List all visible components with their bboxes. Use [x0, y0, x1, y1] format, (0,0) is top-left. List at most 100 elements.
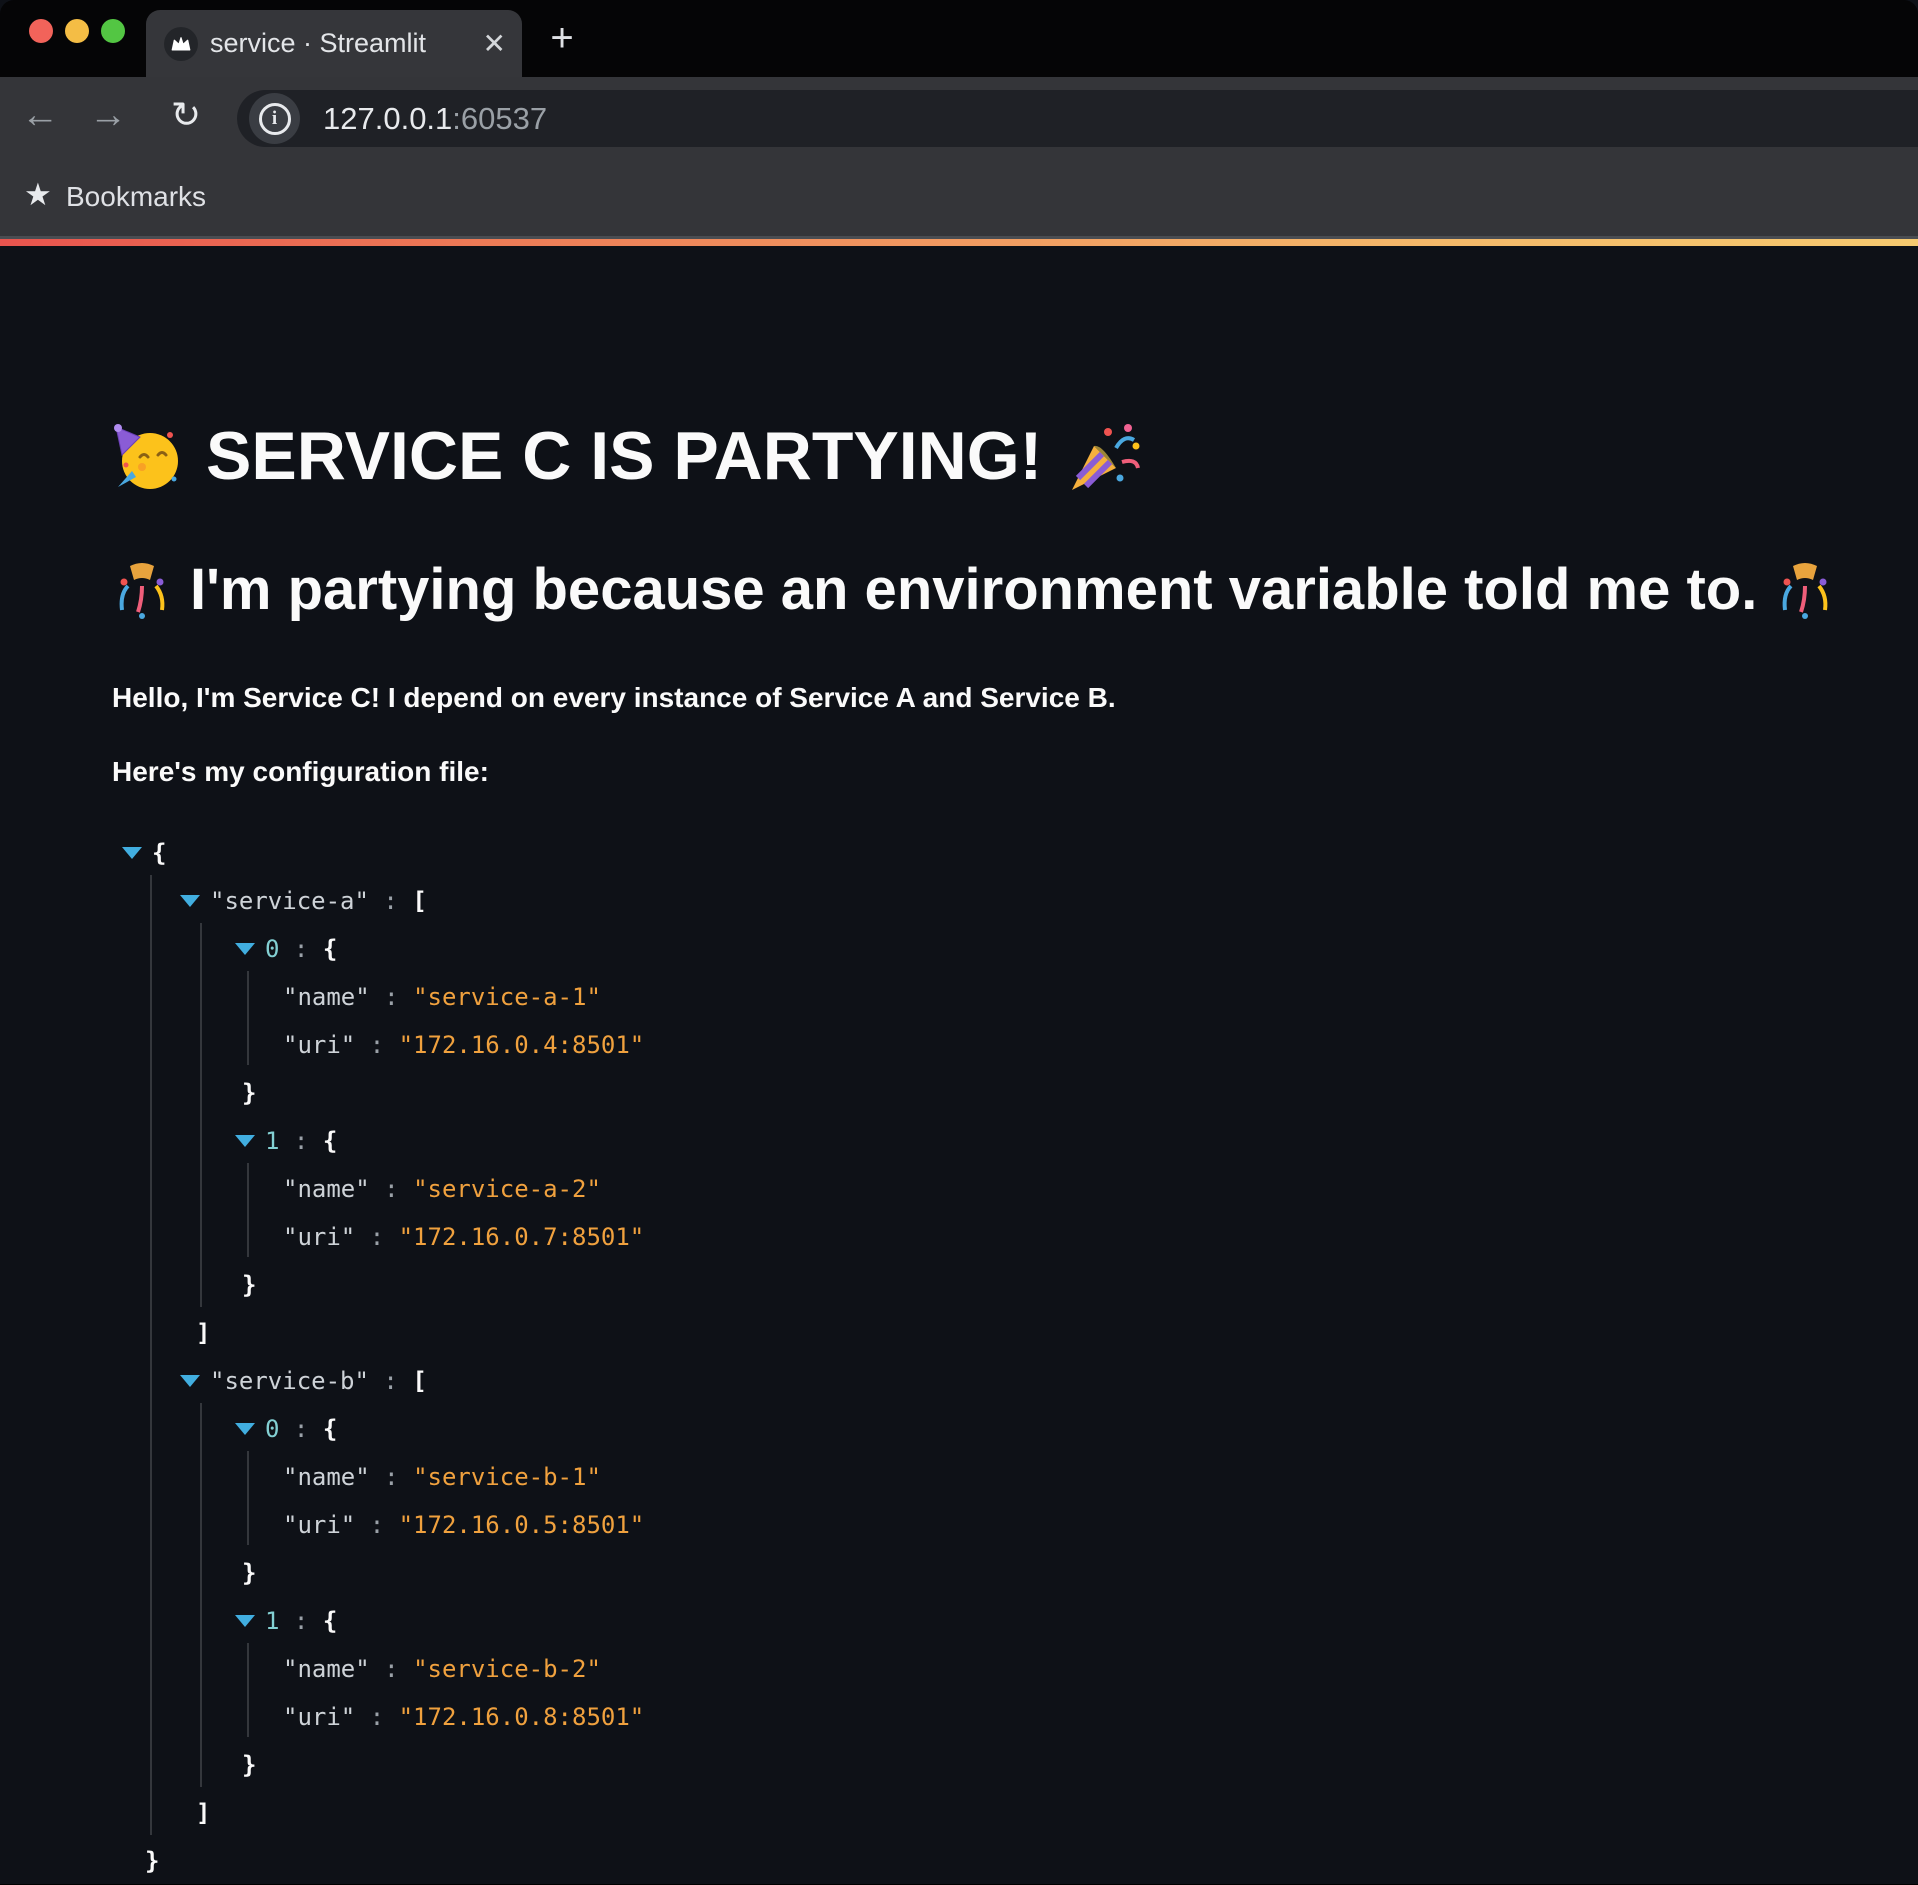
collapse-triangle-icon[interactable] [180, 895, 200, 907]
confetti-ball-emoji-right [1775, 560, 1835, 620]
page-subtitle: I'm partying because an environment vari… [112, 555, 1918, 625]
address-bar[interactable]: i 127.0.0.1:60537 [237, 90, 1918, 147]
tab-strip: service · Streamlit ✕ + [0, 0, 1918, 77]
json-row: { [112, 829, 1918, 877]
json-token: } [242, 1271, 256, 1299]
collapse-triangle-icon[interactable] [180, 1375, 200, 1387]
json-row: "uri" : "172.16.0.4:8501" [112, 1021, 1918, 1069]
reload-button[interactable]: ↻ [158, 77, 214, 157]
json-token: "service-a-2" [413, 1175, 601, 1203]
json-token: : [369, 887, 412, 915]
json-tree: {"service-a" : [0 : {"name" : "service-a… [112, 829, 1918, 1885]
streamlit-app: SERVICE C IS PARTYING! [0, 246, 1918, 1884]
json-row: 1 : { [112, 1117, 1918, 1165]
json-token: "service-a" [210, 887, 369, 915]
partying-face-emoji [112, 421, 184, 493]
json-row: ] [112, 1309, 1918, 1357]
json-token: : [370, 1175, 413, 1203]
json-token: [ [412, 887, 426, 915]
page-title-text: SERVICE C IS PARTYING! [206, 414, 1042, 499]
json-row: 0 : { [112, 1405, 1918, 1453]
bookmark-star-icon[interactable]: ★ [24, 157, 52, 236]
json-row: 1 : { [112, 1597, 1918, 1645]
json-token: : [369, 1367, 412, 1395]
json-token: { [323, 1607, 337, 1635]
json-token: : [279, 935, 322, 963]
party-popper-emoji [1064, 418, 1142, 496]
json-token: : [279, 1127, 322, 1155]
fullscreen-window-button[interactable] [101, 19, 125, 43]
json-token: : [370, 983, 413, 1011]
collapse-triangle-icon[interactable] [235, 1423, 255, 1435]
json-token: : [355, 1031, 398, 1059]
json-token: "172.16.0.4:8501" [399, 1031, 645, 1059]
info-icon: i [259, 103, 291, 135]
tab-title: service · Streamlit [210, 10, 426, 77]
json-row: "uri" : "172.16.0.7:8501" [112, 1213, 1918, 1261]
json-token: 0 [265, 1415, 279, 1443]
collapse-triangle-icon[interactable] [122, 847, 142, 859]
json-token: } [242, 1079, 256, 1107]
json-row: "name" : "service-b-2" [112, 1645, 1918, 1693]
json-token: [ [412, 1367, 426, 1395]
json-row: } [112, 1549, 1918, 1597]
json-row: ] [112, 1789, 1918, 1837]
browser-toolbar: ← → ↻ i 127.0.0.1:60537 [0, 77, 1918, 157]
json-token: 1 [265, 1607, 279, 1635]
bookmarks-bar: ★ Bookmarks [0, 157, 1918, 236]
json-token: } [145, 1847, 159, 1875]
tab-close-icon[interactable]: ✕ [483, 10, 506, 77]
json-row: "service-b" : [ [112, 1357, 1918, 1405]
json-token: : [370, 1463, 413, 1491]
site-info-button[interactable]: i [249, 93, 300, 144]
json-token: { [323, 935, 337, 963]
close-window-button[interactable] [29, 19, 53, 43]
json-token: : [279, 1415, 322, 1443]
json-token: ] [196, 1799, 210, 1827]
json-token: : [355, 1223, 398, 1251]
url-text[interactable]: 127.0.0.1:60537 [323, 90, 547, 147]
json-token: "uri" [283, 1511, 355, 1539]
json-row: 0 : { [112, 925, 1918, 973]
json-token: : [370, 1655, 413, 1683]
intro-text: Hello, I'm Service C! I depend on every … [112, 681, 1918, 715]
new-tab-button[interactable]: + [540, 10, 584, 66]
collapse-triangle-icon[interactable] [235, 1615, 255, 1627]
forward-button[interactable]: → [80, 77, 136, 157]
json-row: } [112, 1069, 1918, 1117]
minimize-window-button[interactable] [65, 19, 89, 43]
collapse-triangle-icon[interactable] [235, 1135, 255, 1147]
main-content: SERVICE C IS PARTYING! [0, 246, 1918, 1885]
page-subtitle-text: I'm partying because an environment vari… [190, 555, 1757, 625]
json-token: : [355, 1511, 398, 1539]
streamlit-favicon [164, 27, 198, 61]
collapse-triangle-icon[interactable] [235, 943, 255, 955]
bookmarks-label[interactable]: Bookmarks [66, 157, 206, 236]
browser-tab[interactable]: service · Streamlit ✕ [146, 10, 522, 77]
json-token: "name" [283, 983, 370, 1011]
json-token: "service-b-1" [413, 1463, 601, 1491]
json-row: "name" : "service-a-1" [112, 973, 1918, 1021]
json-row: } [112, 1741, 1918, 1789]
json-token: : [355, 1703, 398, 1731]
json-token: "uri" [283, 1703, 355, 1731]
json-row: } [112, 1261, 1918, 1309]
back-button[interactable]: ← [12, 77, 68, 157]
streamlit-decoration-gradient [0, 239, 1918, 246]
json-token: : [279, 1607, 322, 1635]
json-row: "uri" : "172.16.0.5:8501" [112, 1501, 1918, 1549]
json-token: 1 [265, 1127, 279, 1155]
json-token: "172.16.0.8:8501" [399, 1703, 645, 1731]
json-token: { [323, 1415, 337, 1443]
url-host: 127.0.0.1 [323, 101, 452, 136]
json-row: "uri" : "172.16.0.8:8501" [112, 1693, 1918, 1741]
json-token: ] [196, 1319, 210, 1347]
json-token: "service-b-2" [413, 1655, 601, 1683]
json-token: } [242, 1559, 256, 1587]
json-token: "uri" [283, 1223, 355, 1251]
json-token: "172.16.0.7:8501" [399, 1223, 645, 1251]
json-token: "name" [283, 1463, 370, 1491]
url-port: :60537 [452, 101, 547, 136]
json-row: } [112, 1837, 1918, 1885]
json-token: "name" [283, 1655, 370, 1683]
